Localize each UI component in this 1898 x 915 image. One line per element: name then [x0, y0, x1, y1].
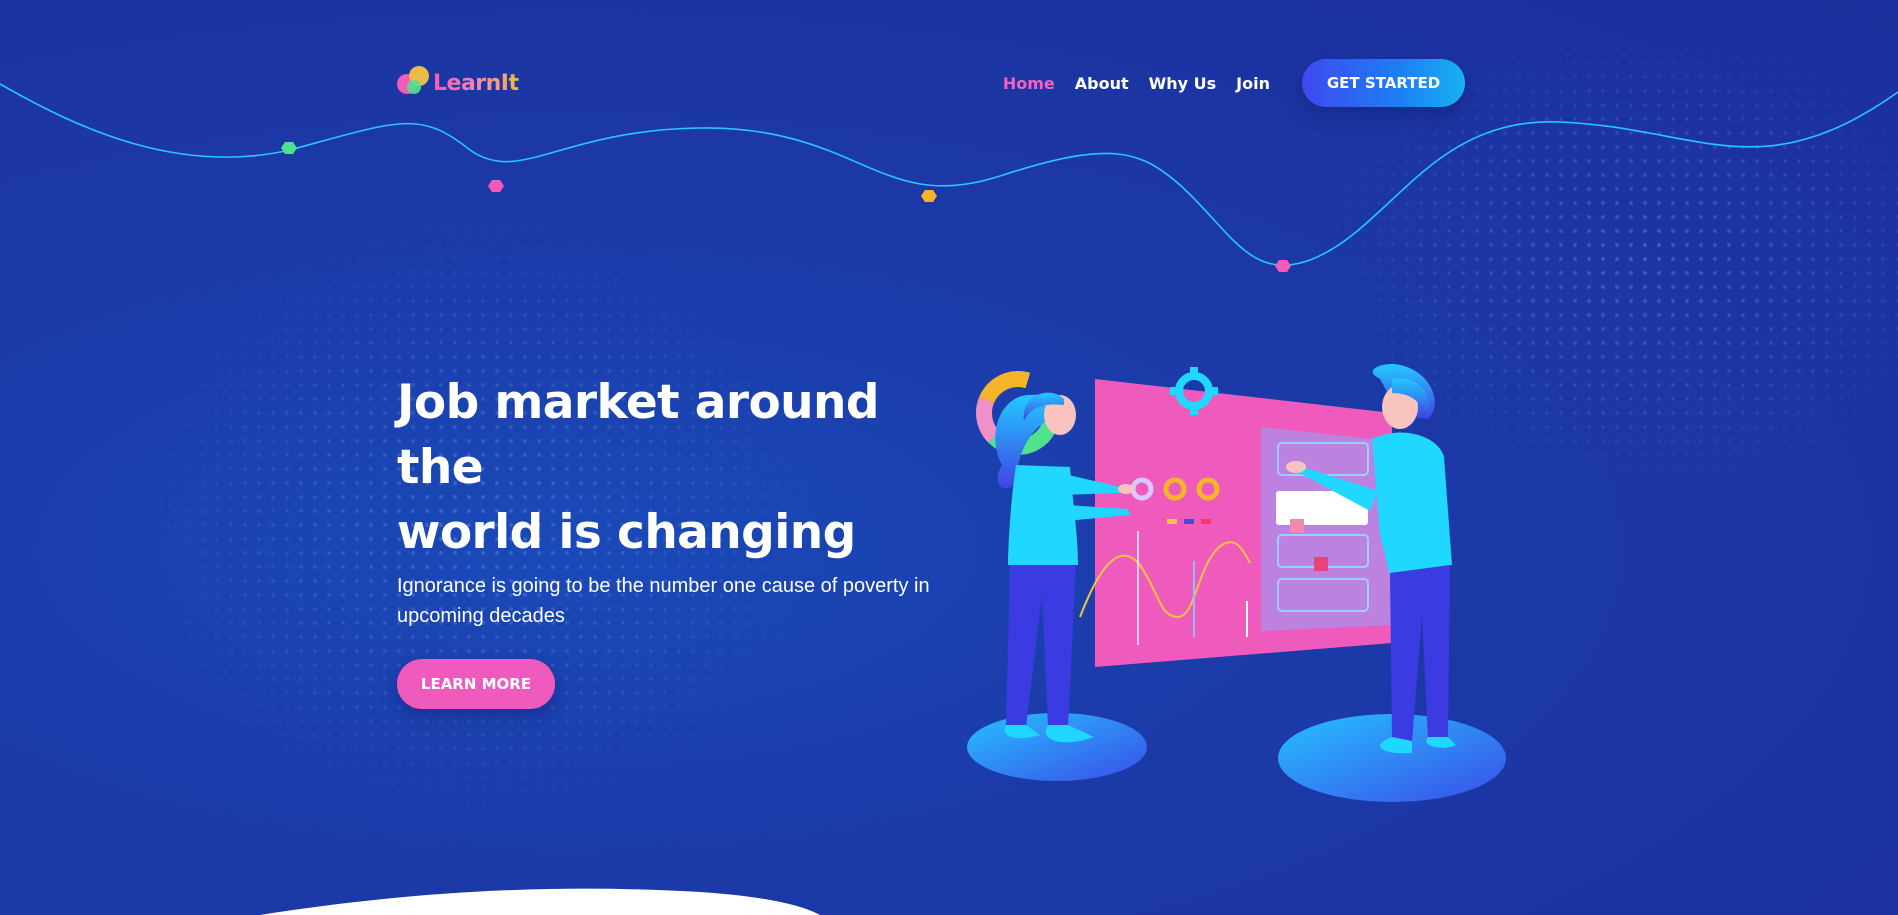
hero-section: Job market around the world is changing … [397, 370, 957, 709]
wave-marker-yellow [921, 190, 937, 202]
hero-subtitle: Ignorance is going to be the number one … [397, 575, 930, 627]
hero-title-line-1: Job market around the [397, 375, 880, 495]
learn-more-button[interactable]: LEARN MORE [397, 659, 555, 709]
side-panel [1261, 427, 1392, 631]
wave-marker-pink-2 [1275, 260, 1291, 272]
hero-title: Job market around the world is changing [397, 370, 957, 565]
nav-home[interactable]: Home [1003, 74, 1055, 93]
wave-marker-green [281, 142, 297, 154]
brand-name: LearnIt [433, 70, 519, 96]
get-started-button[interactable]: GET STARTED [1302, 59, 1465, 107]
hero-title-line-2: world is changing [397, 505, 856, 560]
main-nav: Home About Why Us Join GET STARTED [1003, 58, 1465, 108]
logo[interactable]: LearnIt [397, 66, 519, 100]
site-header: LearnIt Home About Why Us Join GET START… [397, 58, 1465, 108]
logo-circles-icon [397, 66, 431, 100]
nav-why-us[interactable]: Why Us [1149, 74, 1217, 93]
bottom-white-curve [260, 888, 820, 915]
nav-about[interactable]: About [1075, 74, 1129, 93]
nav-join[interactable]: Join [1236, 74, 1270, 93]
legend-swatch [1201, 519, 1211, 524]
top-wave-line [0, 83, 1898, 266]
team-dashboard-illustration-icon [967, 363, 1506, 802]
legend-swatch [1184, 519, 1194, 524]
wave-marker-pink [488, 180, 504, 192]
legend-swatch [1167, 519, 1177, 524]
